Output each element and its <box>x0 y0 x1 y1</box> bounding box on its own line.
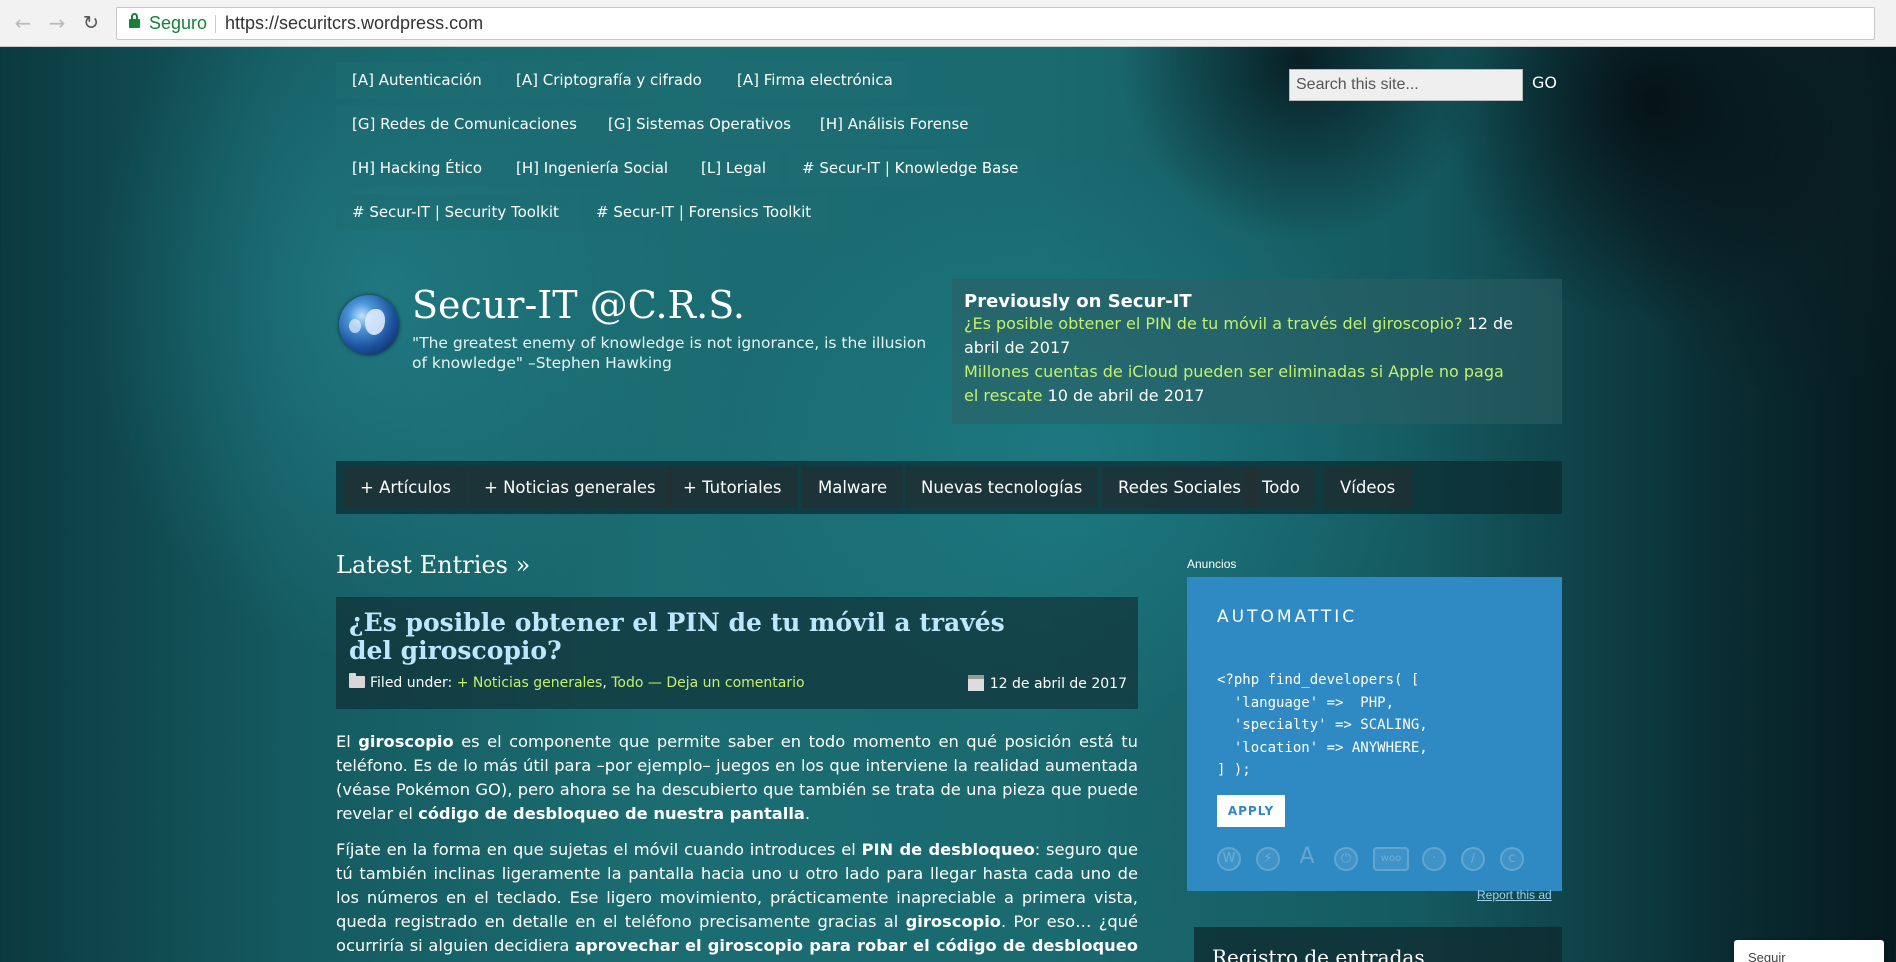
jetpack-icon: ⚡ <box>1256 847 1280 871</box>
category-nav: + Artículos + Noticias generales + Tutor… <box>336 461 1562 514</box>
text: . <box>804 804 811 823</box>
bold-text: PIN de desbloqueo <box>861 840 1035 859</box>
text: Fíjate en la forma en que sujetas el móv… <box>336 840 862 859</box>
forward-button[interactable]: → <box>44 10 70 36</box>
post-paragraph: El giroscopio es el componente que permi… <box>336 730 1138 826</box>
search-go-button[interactable]: GO <box>1532 73 1557 92</box>
bold-text: código de desbloqueo de nuestra pantalla <box>418 804 805 823</box>
polldaddy-icon: · <box>1422 847 1446 871</box>
category-item[interactable]: + Noticias generales <box>468 467 672 508</box>
previously-title: Previously on Secur-IT <box>964 291 1192 312</box>
category-item[interactable]: + Tutoriales <box>667 467 798 508</box>
top-menu-item[interactable]: [A] Autenticación <box>336 62 498 99</box>
ad-brand: AUTOMATTIC <box>1217 607 1358 627</box>
meta-separator: , <box>602 675 607 691</box>
woo-icon: woo <box>1373 847 1409 871</box>
lock-icon <box>129 13 140 30</box>
ad-code: <?php find_developers( [ 'language' => P… <box>1217 672 1428 778</box>
address-bar[interactable]: Seguro https://securitcrs.wordpress.com <box>116 7 1875 40</box>
follow-button[interactable]: Seguir <box>1734 940 1884 962</box>
category-link[interactable]: + Noticias generales <box>457 675 603 691</box>
previously-entry: Millones cuentas de iCloud pueden ser el… <box>964 360 1514 408</box>
previously-entry: ¿Es posible obtener el PIN de tu móvil a… <box>964 312 1514 360</box>
bold-text: giroscopio <box>358 732 454 751</box>
previously-date: 10 de abril de 2017 <box>1047 386 1205 405</box>
report-ad-link[interactable]: Report this ad <box>1477 888 1552 902</box>
text: El <box>336 732 359 751</box>
category-item[interactable]: Redes Sociales <box>1102 467 1258 508</box>
url-text: https://securitcrs.wordpress.com <box>225 13 484 33</box>
post-header: ¿Es posible obtener el PIN de tu móvil a… <box>336 597 1138 709</box>
post-body: El giroscopio es el componente que permi… <box>336 730 1138 962</box>
site-title[interactable]: Secur-IT @C.R.S. <box>412 283 745 327</box>
previously-link[interactable]: Millones cuentas de iCloud pueden ser el… <box>964 362 1504 405</box>
meta-dash: — <box>647 675 662 691</box>
archive-widget: Registro de entradas <box>1194 927 1562 962</box>
top-menu-item[interactable]: [G] Sistemas Operativos <box>592 106 807 143</box>
post-paragraph: Fíjate en la forma en que sujetas el móv… <box>336 838 1138 962</box>
category-item[interactable]: Vídeos <box>1324 467 1412 508</box>
forward-arrow-icon: → <box>48 11 66 35</box>
akismet-icon: A <box>1299 844 1315 869</box>
crowdsignal-icon: c <box>1500 847 1524 871</box>
apply-button[interactable]: APPLY <box>1217 795 1285 827</box>
category-item[interactable]: Malware <box>802 467 904 508</box>
previously-widget: Previously on Secur-IT ¿Es posible obten… <box>952 279 1562 424</box>
address-separator <box>215 15 216 33</box>
ad-banner[interactable]: AUTOMATTIC <?php find_developers( [ 'lan… <box>1187 577 1562 891</box>
category-item[interactable]: + Artículos <box>344 467 467 508</box>
back-arrow-icon: ← <box>14 11 32 35</box>
widget-title: Registro de entradas <box>1212 945 1425 962</box>
secure-label: Seguro <box>149 13 208 33</box>
post-date: 12 de abril de 2017 <box>967 675 1127 692</box>
calendar-icon <box>967 675 984 691</box>
comment-link[interactable]: Deja un comentario <box>666 675 804 691</box>
post-date-text: 12 de abril de 2017 <box>989 676 1127 692</box>
top-menu-item[interactable]: [L] Legal <box>685 150 783 187</box>
site-description: "The greatest enemy of knowledge is not … <box>412 334 927 372</box>
top-menu-item[interactable]: # Secur-IT | Knowledge Base <box>786 150 1035 187</box>
browser-toolbar: ← → ↻ Seguro https://securitcrs.wordpres… <box>0 0 1896 47</box>
category-item[interactable]: Nuevas tecnologías <box>905 467 1099 508</box>
category-item[interactable]: Todo <box>1246 467 1316 508</box>
back-button[interactable]: ← <box>10 10 36 36</box>
ads-label: Anuncios <box>1187 557 1237 571</box>
category-link[interactable]: Todo <box>611 675 643 691</box>
bold-text: giroscopio <box>905 912 1001 931</box>
site-logo-globe[interactable] <box>339 295 399 355</box>
top-menu-item[interactable]: [A] Firma electrónica <box>721 62 909 99</box>
previously-link[interactable]: ¿Es posible obtener el PIN de tu móvil a… <box>964 314 1462 333</box>
post-title[interactable]: ¿Es posible obtener el PIN de tu móvil a… <box>349 609 1049 665</box>
follow-label: Seguir <box>1748 950 1786 962</box>
latest-entries-heading[interactable]: Latest Entries » <box>336 551 530 579</box>
filed-under-label: Filed under: <box>370 675 453 691</box>
top-menu-item[interactable]: [G] Redes de Comunicaciones <box>336 106 593 143</box>
search-input[interactable] <box>1289 69 1523 101</box>
top-menu-item[interactable]: [H] Ingeniería Social <box>500 150 685 187</box>
reload-button[interactable]: ↻ <box>78 10 104 36</box>
longreads-icon: ∕ <box>1461 847 1485 871</box>
wordpress-icon: W <box>1217 847 1241 871</box>
top-menu-item[interactable]: [A] Criptografía y cifrado <box>500 62 718 99</box>
top-menu-item[interactable]: # Secur-IT | Forensics Toolkit <box>580 194 828 231</box>
post-meta: Filed under: + Noticias generales, Todo … <box>349 673 805 691</box>
top-menu-item[interactable]: # Secur-IT | Security Toolkit <box>336 194 575 231</box>
top-menu-item[interactable]: [H] Análisis Forense <box>804 106 985 143</box>
reload-icon: ↻ <box>83 12 99 34</box>
top-menu-item[interactable]: [H] Hacking Ético <box>336 150 499 187</box>
folder-icon <box>349 673 365 688</box>
vaultpress-icon: ⏻ <box>1334 847 1358 871</box>
